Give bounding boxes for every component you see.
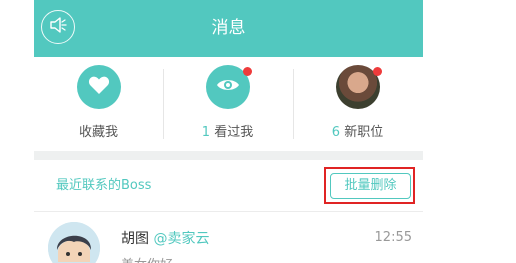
speaker-icon — [49, 17, 67, 37]
top-bar: 消息 — [34, 0, 423, 57]
page-title: 消息 — [211, 18, 246, 38]
message-preview: 美女你好 — [121, 254, 173, 263]
quick-actions: 收藏我 1 看过我 6 新职位 — [34, 57, 423, 151]
viewed-me-text: 看过我 — [214, 125, 254, 140]
new-badge — [373, 67, 382, 76]
viewed-me-label: 1 看过我 — [163, 121, 292, 140]
viewed-me-count: 1 — [201, 125, 211, 140]
conversation-item[interactable]: 胡图 @卖家云 12:55 美女你好 — [34, 212, 423, 263]
new-jobs-count: 6 — [331, 125, 341, 140]
favorited-me-entry[interactable]: 收藏我 — [34, 57, 163, 151]
recent-contacts-label: 最近联系的Boss — [56, 178, 152, 193]
viewed-me-entry[interactable]: 1 看过我 — [163, 57, 292, 151]
speaker-button[interactable] — [41, 10, 75, 44]
new-jobs-entry[interactable]: 6 新职位 — [293, 57, 422, 151]
batch-delete-button[interactable]: 批量删除 — [330, 173, 411, 199]
eye-icon — [216, 77, 240, 97]
recent-contacts-header: 最近联系的Boss 批量删除 — [34, 160, 423, 212]
new-jobs-label: 6 新职位 — [293, 121, 422, 140]
heart-icon-circle — [77, 65, 121, 109]
contact-name: 胡图 @卖家云 — [121, 228, 209, 248]
phone-screen: 消息 收藏我 1 看过我 6 新职位 最近联系的Boss 批量删除 胡图 @卖家… — [34, 0, 423, 263]
contact-company: @卖家云 — [153, 231, 210, 247]
favorited-me-label: 收藏我 — [78, 125, 118, 140]
new-jobs-text: 新职位 — [344, 125, 384, 140]
heart-icon — [88, 75, 110, 99]
message-time: 12:55 — [374, 230, 412, 245]
section-gap — [34, 151, 423, 160]
contact-person: 胡图 — [121, 231, 149, 247]
new-badge — [243, 67, 252, 76]
avatar — [48, 222, 100, 263]
